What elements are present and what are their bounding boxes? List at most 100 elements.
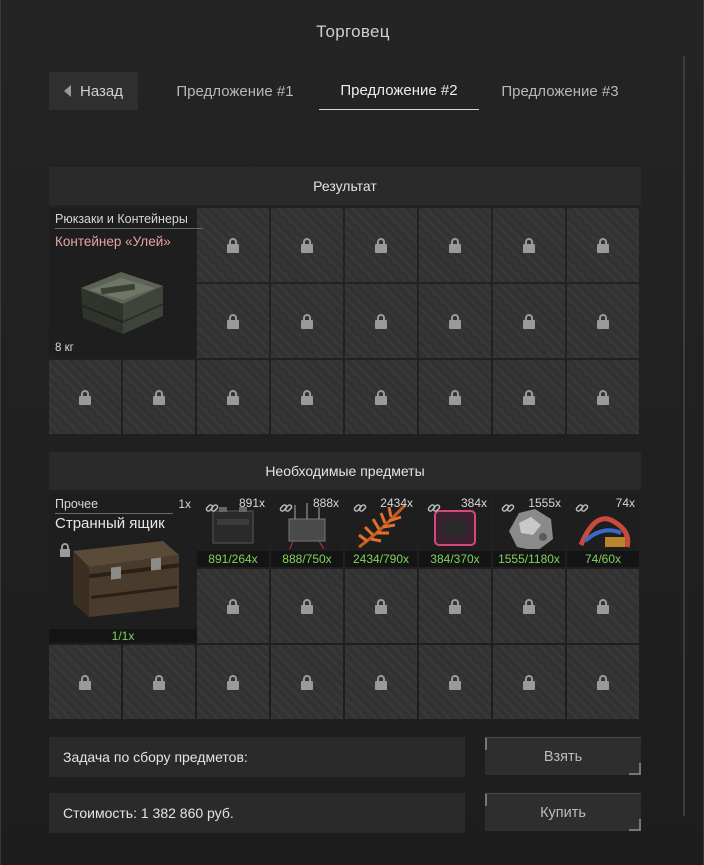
locked-slot [419,645,491,719]
tab-offer-1[interactable]: Предложение #1 [161,72,309,110]
lock-icon [597,674,609,690]
lock-icon [523,598,535,614]
lock-icon [301,389,313,405]
required-item-3[interactable]: 2434x 2434/790x [345,493,417,567]
locked-slot [345,284,417,358]
required-main-item-name: Странный ящик [55,515,165,532]
container-image [81,272,164,334]
locked-slot [419,569,491,643]
link-icon [501,504,515,512]
locked-slot [49,645,121,719]
required-item-count: 1555x [528,496,561,510]
lock-icon [301,674,313,690]
lock-icon [449,237,461,253]
lock-icon [375,674,387,690]
lock-icon [375,389,387,405]
locked-slot [567,569,639,643]
locked-slot [567,284,639,358]
lock-icon [375,237,387,253]
locked-slot [493,569,565,643]
link-icon [353,504,367,512]
required-main-item-category: Прочее [55,497,173,514]
strange-box-image [73,541,179,617]
locked-slot [271,284,343,358]
required-item-1[interactable]: 891x 891/264x [197,493,269,567]
required-item-4[interactable]: 384x 384/370x [419,493,491,567]
lock-icon [227,598,239,614]
lock-icon [523,389,535,405]
lock-icon [227,313,239,329]
required-item-2[interactable]: 888x 888/750x [271,493,343,567]
locked-slot [271,645,343,719]
back-button-label: Назад [80,82,123,100]
required-item-count: 891x [238,496,265,510]
locked-slot [271,208,343,282]
lock-icon [153,674,165,690]
required-item-count: 888x [312,496,339,510]
result-item-slot[interactable]: Рюкзаки и Контейнеры Контейнер «Улей» 8 … [49,208,203,358]
result-item-weight: 8 кг [55,342,74,354]
task-label: Задача по сбору предметов: [49,737,465,777]
lock-icon [449,598,461,614]
locked-slot [493,284,565,358]
locked-slot [493,645,565,719]
lock-icon [301,237,313,253]
lock-icon [301,598,313,614]
locked-slot [345,360,417,434]
link-icon [575,504,589,512]
trader-window: Торговец Назад Предложение #1 Предложени… [0,0,704,865]
tab-offer-3[interactable]: Предложение #3 [489,72,631,110]
locked-slot [493,360,565,434]
back-button[interactable]: Назад [49,72,138,110]
locked-slot [567,360,639,434]
locked-slot [197,284,269,358]
locked-slot [271,360,343,434]
required-item-progress: 1555/1180x [493,551,565,567]
lock-icon [375,313,387,329]
required-item-progress: 891/264x [197,551,269,567]
required-main-item-quantity: 1x [178,497,191,511]
lock-icon [227,674,239,690]
buy-button[interactable]: Купить [485,793,641,831]
locked-slot [345,208,417,282]
scrollbar[interactable] [683,56,685,816]
required-main-item[interactable]: Прочее 1x Странный ящик 1/1x [49,493,197,643]
locked-slot [123,645,195,719]
link-icon [427,504,441,512]
take-button[interactable]: Взять [485,737,641,775]
locked-slot [123,360,195,434]
locked-slot [419,360,491,434]
required-item-5[interactable]: 1555x 1555/1180x [493,493,565,567]
lock-icon [523,674,535,690]
locked-slot [493,208,565,282]
locked-slot [345,569,417,643]
lock-icon [597,598,609,614]
back-arrow-icon [64,85,71,97]
lock-icon [597,313,609,329]
tab-offer-2-label: Предложение #2 [340,82,458,99]
cost-label: Стоимость: 1 382 860 руб. [49,793,465,833]
link-icon [205,504,219,512]
tab-offer-1-label: Предложение #1 [176,82,294,100]
lock-icon [79,674,91,690]
locked-slot [197,645,269,719]
tab-offer-3-label: Предложение #3 [501,82,619,100]
lock-icon [227,237,239,253]
lock-icon [523,237,535,253]
lock-icon [60,543,70,557]
lock-icon [375,598,387,614]
lock-icon [153,389,165,405]
locked-slot [567,645,639,719]
lock-icon [79,389,91,405]
result-item-name: Контейнер «Улей» [55,234,171,249]
lock-icon [449,674,461,690]
lock-icon [523,313,535,329]
locked-slot [197,569,269,643]
locked-slot [197,360,269,434]
locked-slot [345,645,417,719]
required-item-6[interactable]: 74x 74/60x [567,493,639,567]
tab-offer-2[interactable]: Предложение #2 [319,72,479,110]
lock-icon [597,389,609,405]
lock-icon [301,313,313,329]
required-item-count: 2434x [380,496,413,510]
